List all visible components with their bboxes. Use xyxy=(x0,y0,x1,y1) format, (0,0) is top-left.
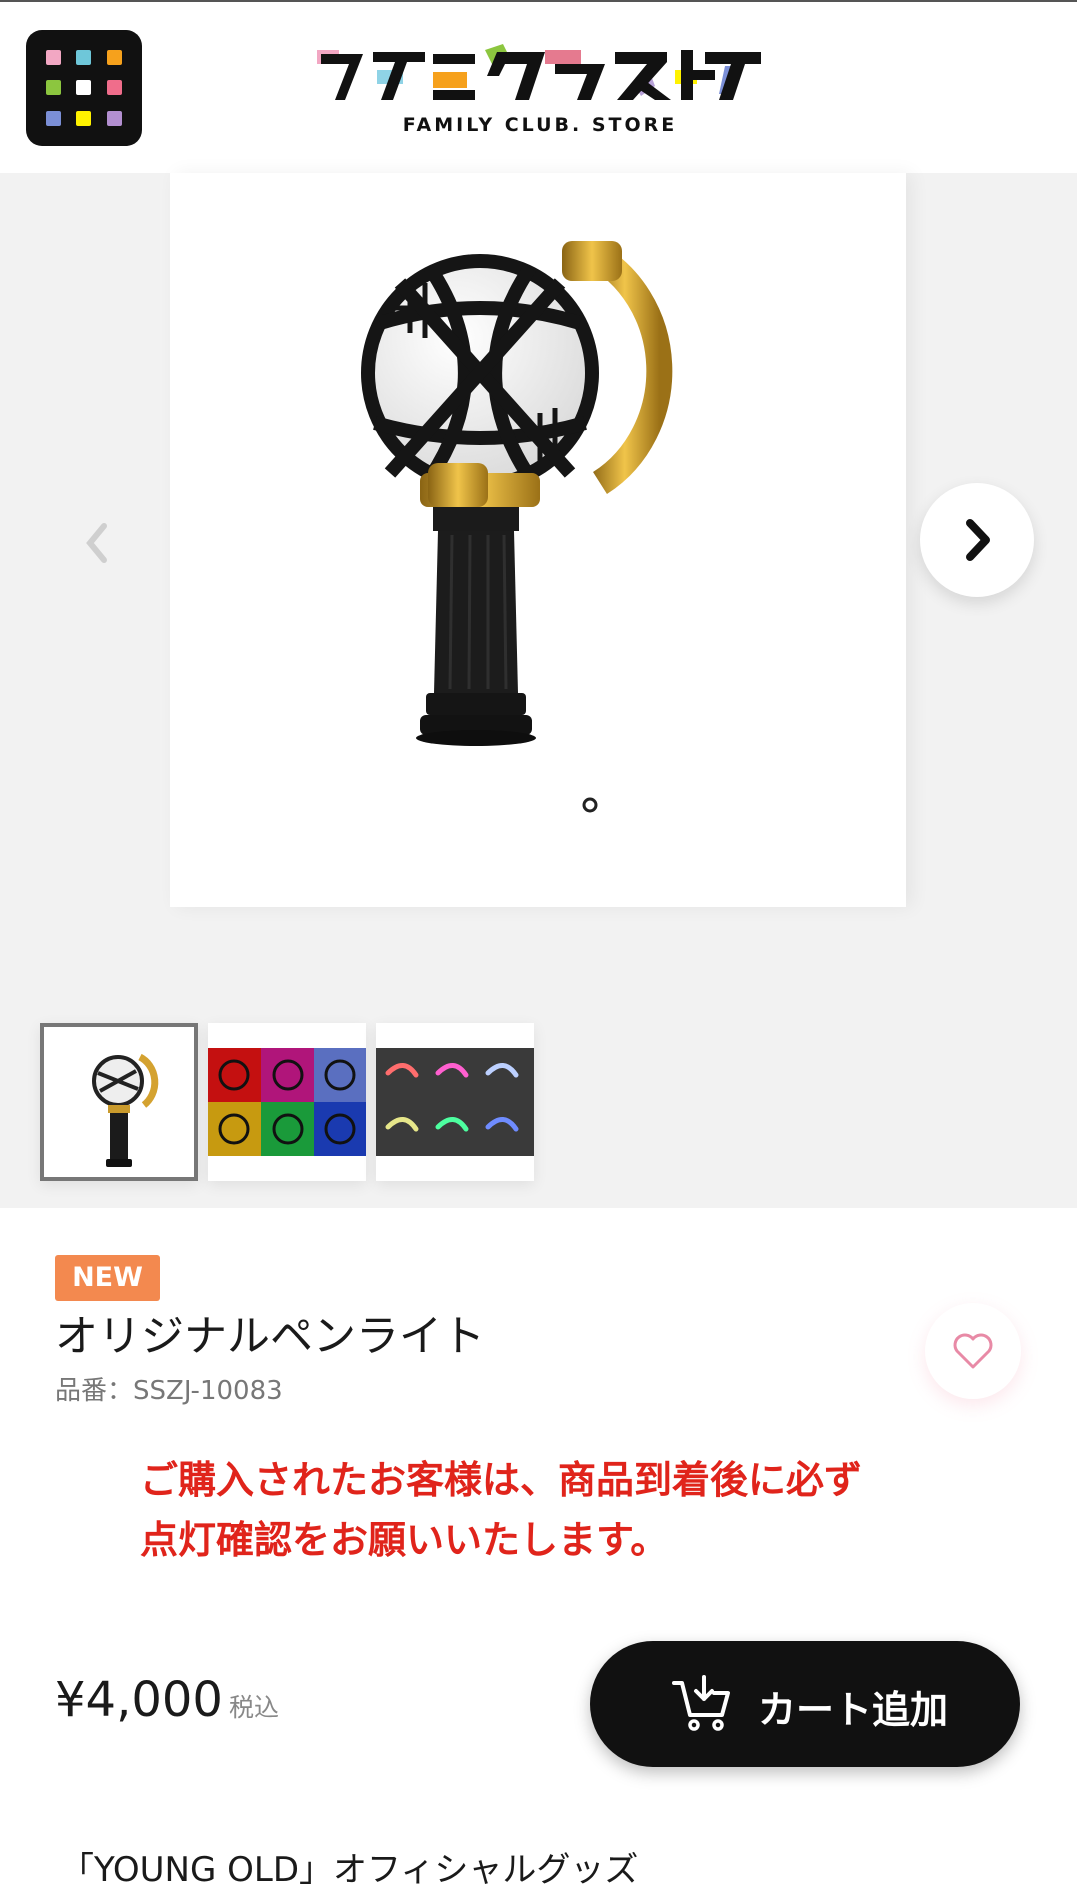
thumb-penlight-glow[interactable] xyxy=(376,1023,534,1181)
cart-add-icon xyxy=(672,1675,730,1731)
favorite-button[interactable] xyxy=(925,1303,1021,1399)
site-header: FAMILY CLUB. STORE xyxy=(0,2,1077,172)
price-value: ¥4,000 xyxy=(55,1672,223,1728)
add-to-cart-button[interactable]: カート追加 xyxy=(590,1641,1020,1767)
thumb-penlight-colors[interactable] xyxy=(208,1023,366,1181)
thumb-image xyxy=(376,1048,534,1156)
logo-subtitle: FAMILY CLUB. STORE xyxy=(402,114,678,136)
logo-wordmark xyxy=(317,44,761,100)
product-gallery xyxy=(0,173,1077,1208)
chevron-left-icon xyxy=(86,523,107,563)
tax-label: 税込 xyxy=(228,1693,279,1722)
product-sku: 品番：SSZJ-10083 xyxy=(55,1376,283,1406)
new-badge: NEW xyxy=(55,1255,160,1301)
site-logo[interactable]: FAMILY CLUB. STORE xyxy=(315,42,765,142)
price-block: ¥4,000 税込 xyxy=(55,1672,279,1728)
chevron-right-icon xyxy=(966,519,990,561)
notice-line-2: 点灯確認をお願いいたします。 xyxy=(140,1518,669,1562)
thumb-image xyxy=(208,1048,366,1156)
thumb-image xyxy=(92,1053,159,1167)
lighting-check-notice: ご購入されたお客様は、商品到着後に必ず 点灯確認をお願いいたします。 xyxy=(140,1450,960,1570)
next-image-button[interactable] xyxy=(920,483,1034,597)
cart-button-label: カート追加 xyxy=(758,1688,949,1732)
main-product-image[interactable] xyxy=(170,173,906,907)
product-title: オリジナルペンライト xyxy=(55,1312,485,1362)
notice-line-1: ご購入されたお客様は、商品到着後に必ず xyxy=(140,1458,863,1502)
series-text: 「YOUNG OLD」オフィシャルグッズ xyxy=(60,1850,639,1890)
heart-icon xyxy=(953,1333,993,1369)
prev-image-button[interactable] xyxy=(78,518,118,568)
app-grid-button[interactable] xyxy=(26,30,142,146)
thumb-penlight-front[interactable] xyxy=(40,1023,198,1181)
penlight-image xyxy=(361,241,673,813)
